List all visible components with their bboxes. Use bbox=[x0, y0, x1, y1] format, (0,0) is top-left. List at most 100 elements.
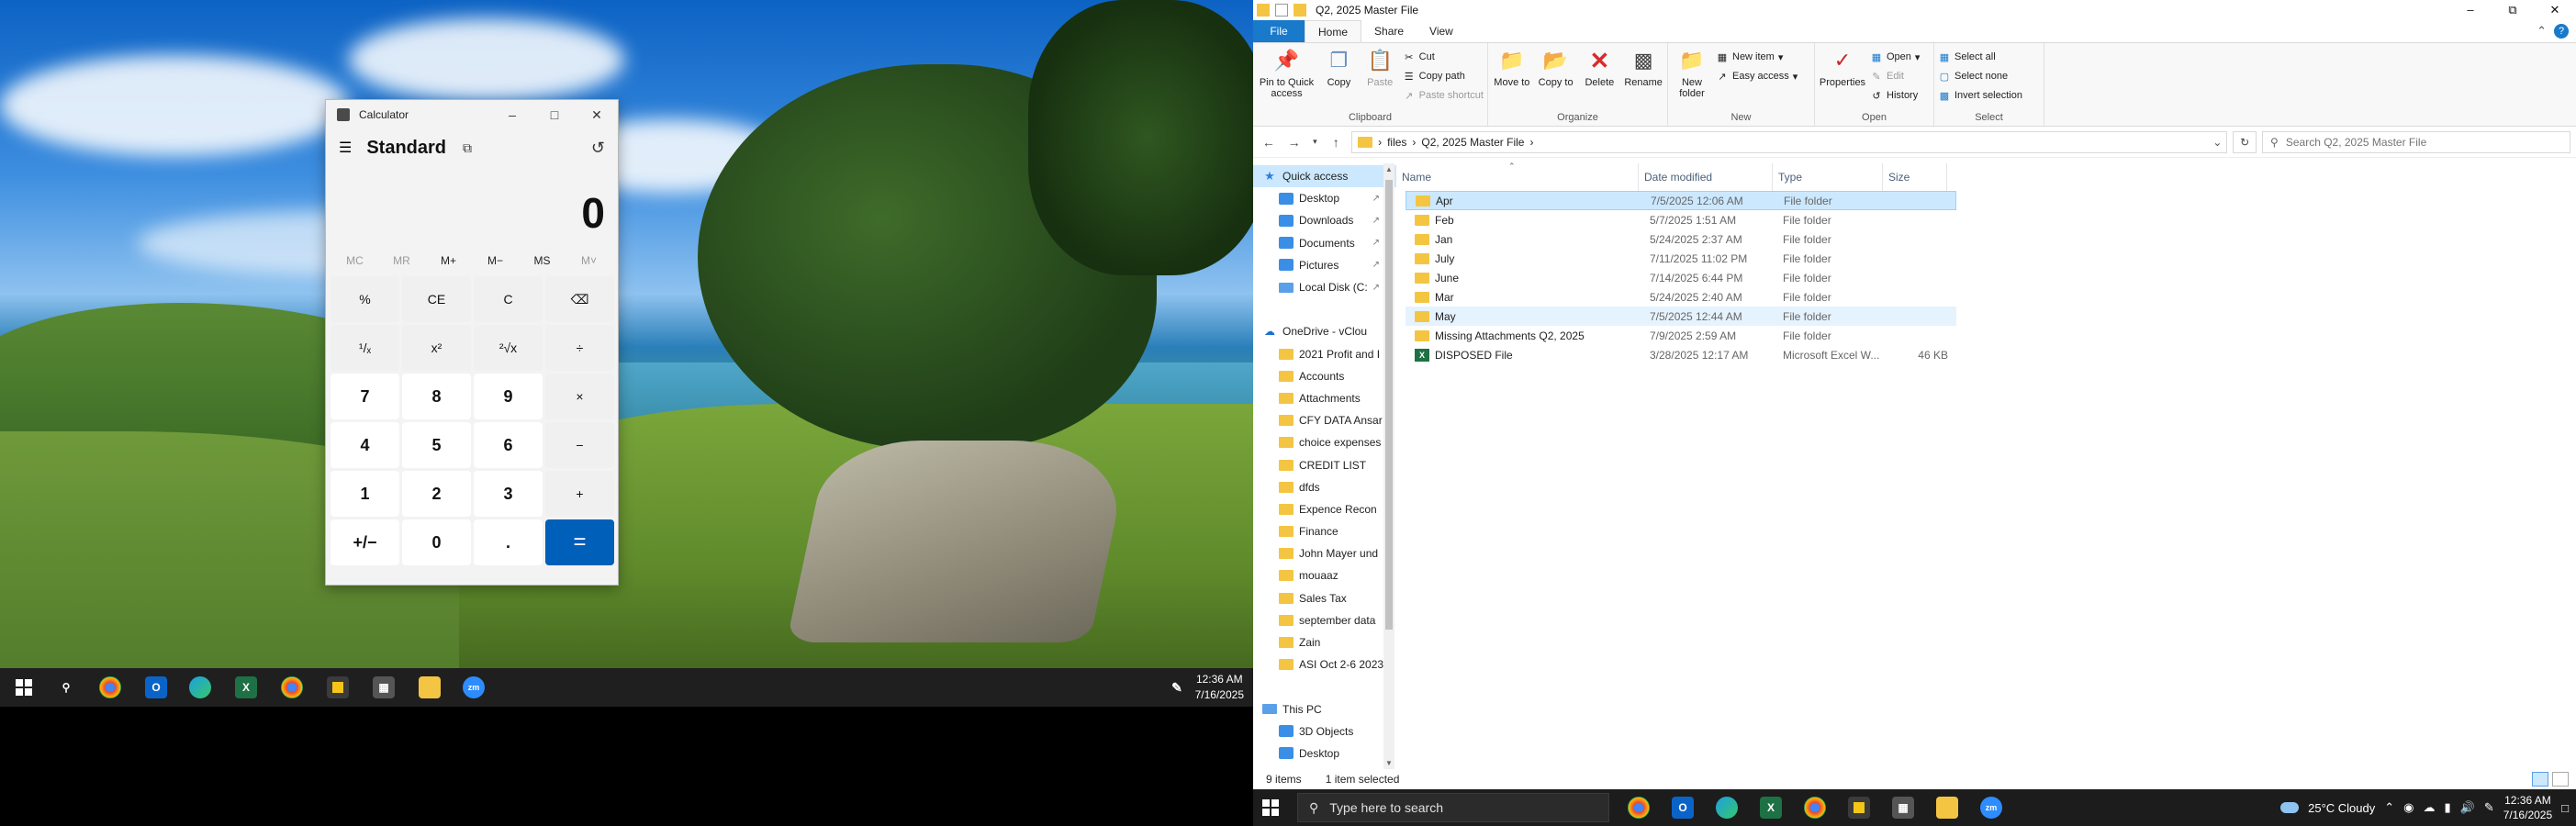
right-clock[interactable]: 12:36 AM 7/16/2025 bbox=[2503, 793, 2552, 822]
digit-5-button[interactable]: 5 bbox=[402, 422, 471, 468]
windows-start-icon[interactable] bbox=[13, 676, 35, 698]
zoom-icon[interactable]: zm bbox=[1980, 797, 2002, 819]
memory-list-button[interactable]: M˅ bbox=[566, 249, 612, 273]
sticky-notes-icon[interactable] bbox=[1848, 797, 1870, 819]
weather-text[interactable]: 25°C Cloudy bbox=[2308, 801, 2375, 815]
multiply-button[interactable]: × bbox=[545, 374, 614, 419]
paste-shortcut-button[interactable]: ↗ Paste shortcut bbox=[1403, 87, 1484, 104]
notification-icon[interactable]: □ bbox=[2561, 801, 2569, 815]
memory-subtract-button[interactable]: M− bbox=[472, 249, 519, 273]
cloudy-weather-icon[interactable] bbox=[2280, 802, 2300, 813]
copy-to-button[interactable]: 📂 Copy to bbox=[1536, 47, 1576, 109]
properties-qa-icon[interactable] bbox=[1275, 4, 1288, 17]
recent-locations-icon[interactable]: ▾ bbox=[1309, 137, 1320, 147]
file-row[interactable]: Mar 5/24/2025 2:40 AM File folder bbox=[1406, 287, 1956, 307]
nav-item[interactable]: Pictures ↗ bbox=[1253, 254, 1396, 276]
column-name[interactable]: Name bbox=[1396, 163, 1639, 191]
nav-item[interactable]: John Mayer und bbox=[1253, 542, 1396, 564]
nav-item[interactable]: dfds bbox=[1253, 476, 1396, 498]
nav-item[interactable]: Desktop bbox=[1253, 742, 1396, 765]
digit-0-button[interactable]: 0 bbox=[402, 519, 471, 565]
nav-item[interactable]: Attachments bbox=[1253, 387, 1396, 409]
details-view-icon[interactable] bbox=[2532, 772, 2548, 787]
rename-button[interactable]: ▩ Rename bbox=[1623, 47, 1663, 109]
nav-item[interactable]: Accounts bbox=[1253, 365, 1396, 387]
nav-item[interactable]: CREDIT LIST bbox=[1253, 453, 1396, 475]
close-icon[interactable]: ✕ bbox=[576, 107, 618, 123]
explorer-titlebar[interactable]: Q2, 2025 Master File – ⧉ ✕ bbox=[1253, 0, 2576, 20]
nav-item[interactable]: CFY DATA Ansar bbox=[1253, 409, 1396, 431]
digit-1-button[interactable]: 1 bbox=[330, 471, 399, 517]
maximize-icon[interactable]: □ bbox=[533, 107, 576, 123]
file-row[interactable]: X DISPOSED File 3/28/2025 12:17 AM Microsof… bbox=[1406, 345, 1956, 364]
memory-recall-button[interactable]: MR bbox=[378, 249, 425, 273]
zoom-icon[interactable]: zm bbox=[463, 676, 485, 698]
search-input[interactable] bbox=[2285, 135, 2552, 149]
equals-button[interactable]: = bbox=[545, 519, 614, 565]
file-explorer-taskbar-icon[interactable] bbox=[419, 676, 441, 698]
nav-item[interactable]: mouaaz bbox=[1253, 564, 1396, 586]
up-arrow-icon[interactable]: ↑ bbox=[1326, 135, 1346, 150]
calculator-titlebar[interactable]: Calculator – □ ✕ bbox=[326, 100, 618, 129]
keep-on-top-icon[interactable]: ⧉ bbox=[463, 140, 472, 156]
new-item-button[interactable]: ▦ New item ▾ bbox=[1716, 49, 1798, 65]
hamburger-menu-icon[interactable]: ☰ bbox=[339, 139, 352, 157]
decimal-button[interactable]: . bbox=[474, 519, 543, 565]
column-date-modified[interactable]: Date modified bbox=[1639, 163, 1773, 191]
excel-icon[interactable]: X bbox=[235, 676, 257, 698]
nav-item[interactable]: ★ Quick access bbox=[1253, 165, 1396, 188]
search-box[interactable]: ⚲ bbox=[2262, 130, 2571, 153]
nav-item[interactable]: choice expenses bbox=[1253, 431, 1396, 453]
scroll-thumb[interactable] bbox=[1385, 180, 1393, 630]
breadcrumb-current[interactable]: Q2, 2025 Master File bbox=[1421, 136, 1524, 149]
nav-item[interactable]: ASI Oct 2-6 2023 bbox=[1253, 653, 1396, 675]
forward-arrow-icon[interactable]: → bbox=[1284, 135, 1305, 150]
delete-button[interactable]: ✕ Delete bbox=[1580, 47, 1620, 109]
clear-entry-button[interactable]: CE bbox=[402, 276, 471, 322]
chrome-icon[interactable] bbox=[1628, 797, 1650, 819]
calculator-window[interactable]: Calculator – □ ✕ ☰ Standard ⧉ ↺ 0 MC MR … bbox=[325, 99, 619, 586]
move-to-button[interactable]: 📁 Move to bbox=[1492, 47, 1532, 109]
tab-share[interactable]: Share bbox=[1361, 20, 1417, 42]
nav-item[interactable]: Downloads ↗ bbox=[1253, 209, 1396, 231]
close-icon[interactable]: ✕ bbox=[2534, 3, 2576, 17]
easy-access-button[interactable]: ↗ Easy access ▾ bbox=[1716, 68, 1798, 84]
subtract-button[interactable]: − bbox=[545, 422, 614, 468]
chrome-icon[interactable] bbox=[99, 676, 121, 698]
help-icon[interactable]: ? bbox=[2554, 24, 2569, 39]
chrome-profile-icon[interactable] bbox=[281, 676, 303, 698]
column-type[interactable]: Type bbox=[1773, 163, 1883, 191]
digit-2-button[interactable]: 2 bbox=[402, 471, 471, 517]
divide-button[interactable]: ÷ bbox=[545, 325, 614, 371]
file-explorer-taskbar-icon[interactable] bbox=[1936, 797, 1958, 819]
cloud-sync-icon[interactable]: ☁ bbox=[2424, 800, 2436, 815]
digit-9-button[interactable]: 9 bbox=[474, 374, 543, 419]
taskbar-search-box[interactable]: ⚲ Type here to search bbox=[1297, 793, 1609, 822]
chevron-up-icon[interactable]: ⌃ bbox=[2384, 800, 2394, 815]
digit-3-button[interactable]: 3 bbox=[474, 471, 543, 517]
nav-item[interactable]: This PC bbox=[1253, 698, 1396, 720]
refresh-icon[interactable]: ↻ bbox=[2233, 130, 2257, 153]
digit-7-button[interactable]: 7 bbox=[330, 374, 399, 419]
minimize-icon[interactable]: – bbox=[2449, 3, 2492, 17]
tab-file[interactable]: File bbox=[1253, 20, 1305, 42]
properties-button[interactable]: ✓ Properties bbox=[1819, 47, 1866, 109]
chrome-profile-icon[interactable] bbox=[1804, 797, 1826, 819]
nav-scrollbar[interactable]: ▲ ▼ bbox=[1383, 163, 1394, 769]
scroll-down-icon[interactable]: ▼ bbox=[1383, 759, 1394, 767]
memory-clear-button[interactable]: MC bbox=[331, 249, 378, 273]
paste-button[interactable]: 📋 Paste bbox=[1361, 47, 1399, 109]
nav-item[interactable]: Local Disk (C: ↗ bbox=[1253, 276, 1396, 298]
nav-item[interactable]: Finance bbox=[1253, 520, 1396, 542]
nav-item[interactable]: Sales Tax bbox=[1253, 587, 1396, 609]
copy-path-button[interactable]: ☰ Copy path bbox=[1403, 68, 1484, 84]
column-size[interactable]: Size bbox=[1883, 163, 1947, 191]
scroll-up-icon[interactable]: ▲ bbox=[1383, 165, 1394, 173]
address-bar[interactable]: › files › Q2, 2025 Master File › ⌄ bbox=[1351, 130, 2228, 153]
pen-icon[interactable]: ✎ bbox=[2484, 800, 2494, 815]
backspace-button[interactable]: ⌫ bbox=[545, 276, 614, 322]
digit-8-button[interactable]: 8 bbox=[402, 374, 471, 419]
back-arrow-icon[interactable]: ← bbox=[1259, 135, 1279, 150]
file-row[interactable]: Jan 5/24/2025 2:37 AM File folder bbox=[1406, 229, 1956, 249]
file-row[interactable]: Missing Attachments Q2, 2025 7/9/2025 2:5… bbox=[1406, 326, 1956, 345]
